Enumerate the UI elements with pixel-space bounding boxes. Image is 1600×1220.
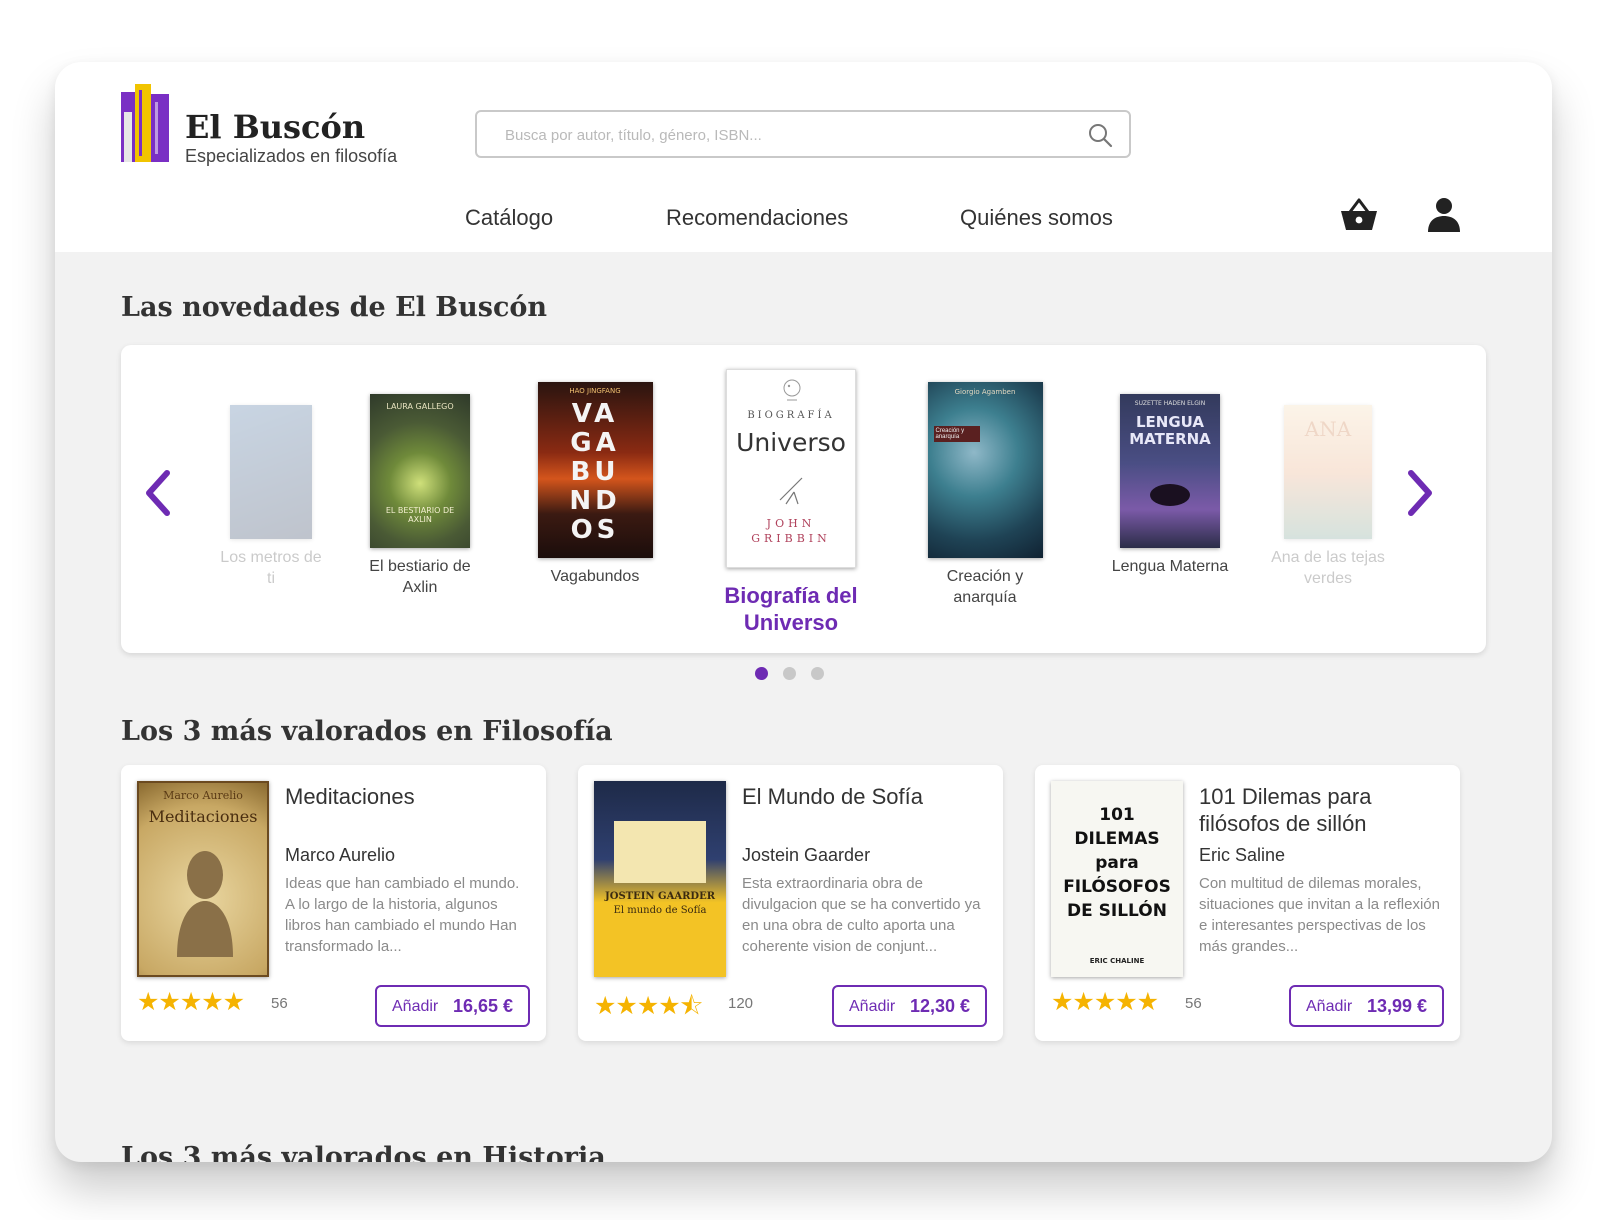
book-title[interactable]: El bestiario de Axlin: [361, 556, 479, 598]
book-cover[interactable]: [230, 405, 312, 539]
cover-author: Marco Aurelio: [163, 789, 243, 802]
cover-title: Universo: [736, 428, 846, 457]
search-icon[interactable]: [1087, 122, 1113, 148]
add-label: Añadir: [392, 998, 439, 1015]
price: 16,65 €: [453, 996, 514, 1016]
book-cover[interactable]: HAO JINGFANG VA GA BU ND OS: [537, 382, 653, 558]
rating-count: 56: [1185, 995, 1202, 1012]
product-title[interactable]: 101 Dilemas para filósofos de sillón: [1199, 783, 1439, 837]
rating-stars: ★★★★★: [1051, 988, 1159, 1016]
cover-title: Meditaciones: [148, 807, 258, 826]
cover-author: HAO JINGFANG: [569, 387, 621, 395]
product-description: Ideas que han cambiado el mundo. A lo la…: [285, 875, 520, 955]
app-window: El Buscón Especializados en filosofía Ca…: [55, 62, 1552, 1162]
product-card: 101 DILEMAS para FILÓSOFOS DE SILLÓN ERI…: [1035, 765, 1460, 1041]
brand-name[interactable]: El Buscón: [185, 108, 365, 146]
new-releases-title: Las novedades de El Buscón: [121, 292, 548, 323]
carousel-book[interactable]: HAO JINGFANG VA GA BU ND OS Vagabundos: [531, 382, 659, 587]
product-card: Marco Aurelio Meditaciones Meditaciones …: [121, 765, 546, 1041]
cover-mouth-graphic: [1150, 484, 1190, 506]
top-history-title: Los 3 más valorados en Historia: [121, 1142, 606, 1162]
cover-title: El mundo de Sofía: [613, 905, 707, 916]
bust-illustration-icon: [177, 851, 233, 957]
carousel-book[interactable]: SUZETTE HADEN ELGIN LENGUA MATERNA Lengu…: [1101, 394, 1239, 577]
product-author[interactable]: Eric Saline: [1199, 845, 1285, 866]
cover-author: Giorgio Agamben: [954, 388, 1016, 396]
add-label: Añadir: [849, 998, 896, 1015]
price: 13,99 €: [1367, 996, 1428, 1016]
product-description: Esta extraordinaria obra de divulgacion …: [742, 875, 981, 955]
book-cover[interactable]: Marco Aurelio Meditaciones: [137, 781, 269, 977]
cover-title: VA GA BU ND OS: [569, 399, 621, 545]
cover-building-graphic: [614, 821, 706, 883]
carousel-book[interactable]: Giorgio Agamben Creación y anarquía Crea…: [921, 382, 1049, 608]
cover-subtitle: BIOGRAFÍA: [747, 410, 835, 421]
pagination-dot-active[interactable]: [755, 667, 768, 680]
price: 12,30 €: [910, 996, 971, 1016]
basket-icon[interactable]: [1338, 194, 1380, 236]
logo-books-icon: [121, 84, 169, 162]
pagination-dot[interactable]: [783, 667, 796, 680]
nav-recomendaciones[interactable]: Recomendaciones: [666, 205, 848, 231]
telescope-icon: [779, 477, 803, 505]
rating-stars: ★★★★★: [137, 988, 245, 1016]
top-philosophy-title: Los 3 más valorados en Filosofía: [121, 716, 613, 747]
product-title[interactable]: Meditaciones: [285, 783, 525, 810]
product-author[interactable]: Jostein Gaarder: [742, 845, 870, 866]
add-to-cart-button[interactable]: Añadir 12,30 €: [832, 985, 987, 1027]
site-header: El Buscón Especializados en filosofía Ca…: [55, 62, 1552, 252]
rating-count: 56: [271, 995, 288, 1012]
carousel-prev-arrow-icon[interactable]: [141, 469, 175, 517]
carousel-book[interactable]: LAURA GALLEGO EL BESTIARIO DE AXLIN El b…: [361, 394, 479, 598]
search-input[interactable]: [503, 122, 1067, 148]
book-title[interactable]: Biografía del Universo: [696, 582, 886, 636]
cover-author: SUZETTE HADEN ELGIN: [1134, 400, 1206, 407]
carousel-book[interactable]: ANA Ana de las tejas verdes: [1268, 405, 1388, 589]
product-author[interactable]: Marco Aurelio: [285, 845, 395, 866]
book-cover[interactable]: JOSTEIN GAARDER El mundo de Sofía: [594, 781, 726, 977]
add-label: Añadir: [1306, 998, 1353, 1015]
book-title[interactable]: Lengua Materna: [1101, 556, 1239, 577]
cover-title: LENGUA MATERNA: [1129, 413, 1211, 448]
book-title[interactable]: Ana de las tejas verdes: [1268, 547, 1388, 589]
carousel-next-arrow-icon[interactable]: [1403, 469, 1437, 517]
book-title[interactable]: Los metros de ti: [216, 547, 326, 589]
cover-author: LAURA GALLEGO: [386, 402, 454, 411]
book-cover[interactable]: BIOGRAFÍA Universo JOHN GRIBBIN: [726, 369, 856, 568]
cover-author: JOSTEIN GAARDER: [605, 891, 715, 902]
product-card: JOSTEIN GAARDER El mundo de Sofía El Mun…: [578, 765, 1003, 1041]
book-cover[interactable]: SUZETTE HADEN ELGIN LENGUA MATERNA: [1120, 394, 1220, 548]
carousel-book[interactable]: Los metros de ti: [216, 405, 326, 589]
search-box[interactable]: [475, 110, 1131, 158]
book-cover[interactable]: ANA: [1284, 405, 1372, 539]
book-title[interactable]: Creación y anarquía: [921, 566, 1049, 608]
product-description: Con multitud de dilemas morales, situaci…: [1199, 875, 1440, 955]
cover-title: 101 DILEMAS para FILÓSOFOS DE SILLÓN: [1063, 805, 1171, 921]
cover-illustration-icon: [783, 379, 801, 401]
cover-title: Creación y anarquía: [933, 426, 980, 442]
add-to-cart-button[interactable]: Añadir 13,99 €: [1289, 985, 1444, 1027]
cover-title: EL BESTIARIO DE AXLIN: [385, 506, 455, 524]
product-title[interactable]: El Mundo de Sofía: [742, 783, 982, 810]
cover-author: JOHN GRIBBIN: [751, 517, 831, 545]
carousel-book-active[interactable]: BIOGRAFÍA Universo JOHN GRIBBIN Biografí…: [696, 369, 886, 636]
new-releases-carousel: Los metros de ti LAURA GALLEGO EL BESTIA…: [121, 345, 1486, 653]
cover-author: ERIC CHALINE: [1089, 957, 1145, 965]
nav-catalogo[interactable]: Catálogo: [465, 205, 553, 231]
cover-title: ANA: [1304, 417, 1352, 441]
book-cover[interactable]: LAURA GALLEGO EL BESTIARIO DE AXLIN: [370, 394, 470, 548]
book-title[interactable]: Vagabundos: [531, 566, 659, 587]
book-cover[interactable]: 101 DILEMAS para FILÓSOFOS DE SILLÓN ERI…: [1051, 781, 1183, 977]
nav-quienes-somos[interactable]: Quiénes somos: [960, 205, 1113, 231]
brand-tagline: Especializados en filosofía: [185, 146, 398, 166]
rating-stars: ★★★★⯪: [594, 992, 703, 1020]
user-icon[interactable]: [1423, 194, 1465, 236]
book-cover[interactable]: Giorgio Agamben Creación y anarquía: [927, 382, 1043, 558]
pagination-dot[interactable]: [811, 667, 824, 680]
add-to-cart-button[interactable]: Añadir 16,65 €: [375, 985, 530, 1027]
rating-count: 120: [728, 995, 754, 1012]
